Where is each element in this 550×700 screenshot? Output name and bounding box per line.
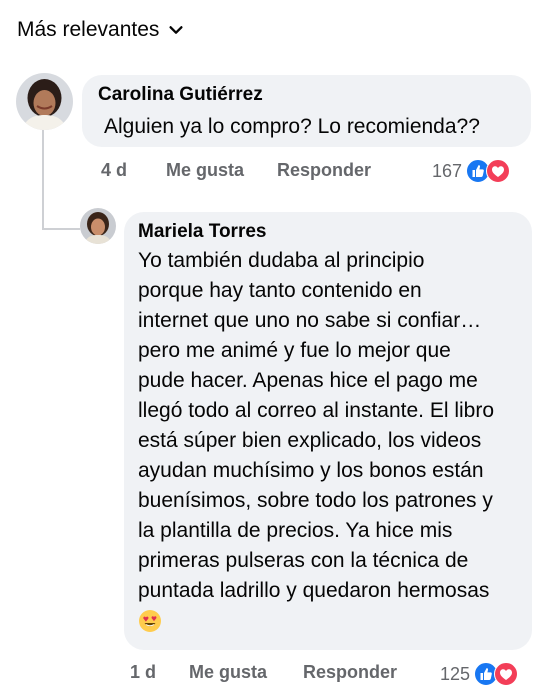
comment-timestamp[interactable]: 4 d (101, 160, 127, 181)
avatar[interactable] (16, 73, 73, 130)
comment-bubble: Carolina Gutiérrez Alguien ya lo compro?… (82, 75, 531, 147)
reaction-summary[interactable]: 167 (432, 159, 511, 183)
sort-dropdown[interactable]: Más relevantes (17, 18, 185, 42)
comment-text-line: internet que uno no sabe si confiar… (138, 309, 482, 332)
comment-text-line (138, 606, 518, 636)
comment-text-line: pero me animé y fue lo mejor que (138, 339, 451, 362)
comment-text-line: ayudan muchísimo y los bonos están (138, 459, 484, 482)
reaction-count: 167 (432, 160, 463, 181)
comment-text-line: pude hacer. Apenas hice el pago me (138, 369, 478, 392)
comment-text-line: está súper bien explicado, los videos (138, 429, 482, 452)
heart-eyes-emoji-icon (139, 610, 161, 633)
comment-author[interactable]: Mariela Torres (138, 221, 518, 243)
sort-label: Más relevantes (17, 18, 160, 41)
love-reaction-icon (486, 159, 511, 183)
comment-text: Alguien ya lo compro? Lo recomienda?? (104, 115, 480, 138)
like-button[interactable]: Me gusta (189, 662, 267, 683)
avatar[interactable] (80, 208, 116, 244)
comment-bubble: Mariela Torres Yo también dudaba al prin… (124, 212, 532, 650)
comment-text-line: porque hay tanto contenido en (138, 279, 422, 302)
comment-text: Yo también dudaba al principio porque ha… (138, 246, 518, 636)
reply-button[interactable]: Responder (277, 160, 371, 181)
comment-text-line: la plantilla de precios. Ya hice mis (138, 519, 453, 542)
comment-text-line: puntada ladrillo y quedaron hermosas (138, 579, 490, 602)
comment-text-line: llegó todo al correo al instante. El lib… (138, 399, 495, 422)
love-reaction-icon (494, 662, 519, 686)
comment-actions: 1 d Me gusta Responder (130, 662, 397, 683)
comment-text-line: primeras pulseras con la técnica de (138, 549, 469, 572)
comment-text-line: Yo también dudaba al principio (138, 249, 425, 272)
comment-timestamp[interactable]: 1 d (130, 662, 156, 683)
comment-actions: 4 d Me gusta Responder (101, 160, 371, 181)
like-button[interactable]: Me gusta (166, 160, 244, 181)
reply-button[interactable]: Responder (303, 662, 397, 683)
comment-text-line: buenísimos, sobre todo los patrones y (138, 489, 493, 512)
reaction-summary[interactable]: 125 (440, 662, 519, 686)
reply-thread-line (42, 130, 80, 230)
comment-author[interactable]: Carolina Gutiérrez (98, 84, 515, 106)
reaction-count: 125 (440, 663, 471, 684)
chevron-down-icon (169, 26, 183, 34)
